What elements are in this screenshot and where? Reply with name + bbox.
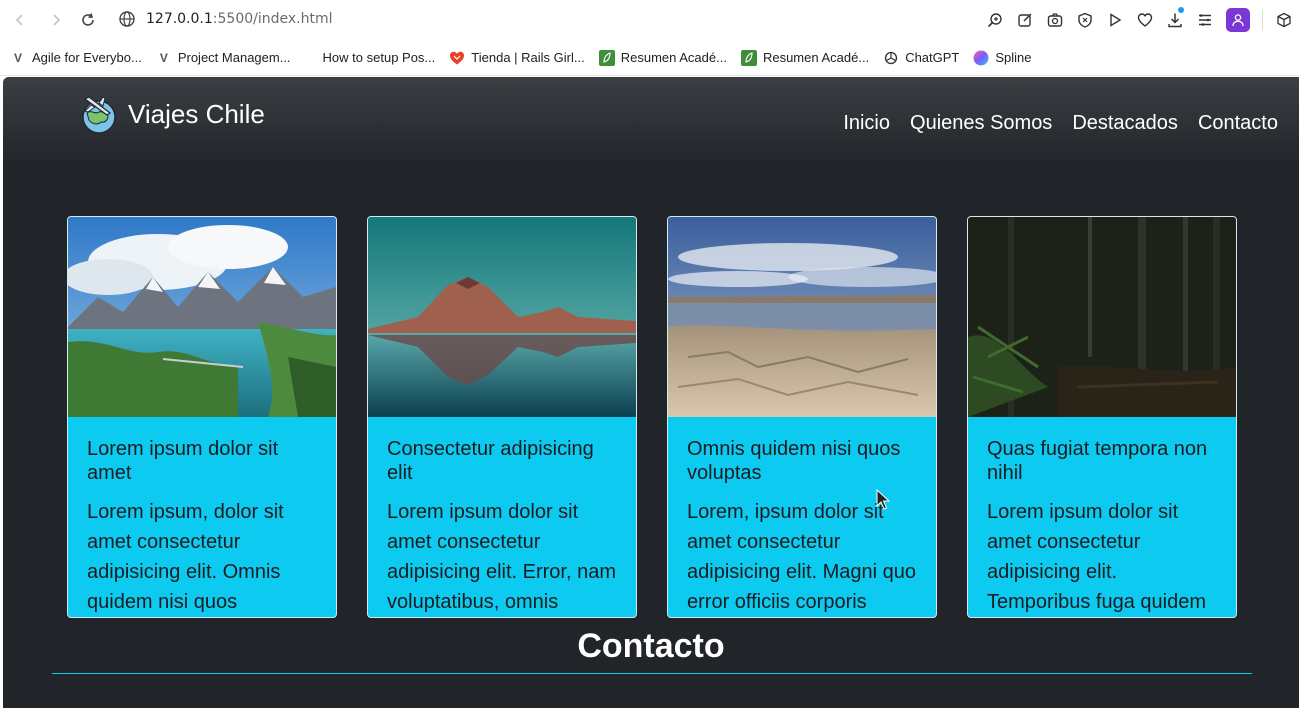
profile-icon[interactable] (1226, 8, 1250, 32)
leaf-icon (598, 49, 615, 66)
extensions-icon[interactable] (1269, 6, 1299, 34)
card-title: Consectetur adipisicing elit (387, 438, 594, 484)
card-text: Lorem ipsum, dolor sit amet consectetur … (87, 501, 284, 613)
heart-icon[interactable] (1130, 6, 1160, 34)
download-icon[interactable] (1160, 6, 1190, 34)
card-image-lake-mountains (68, 217, 336, 417)
v-logo-icon: V (13, 50, 22, 65)
card-image-volcano-reflection (368, 217, 636, 417)
card-text: Lorem ipsum dolor sit amet consectetur a… (387, 501, 616, 613)
bookmark-chatgpt[interactable]: ChatGPT (883, 50, 959, 66)
play-icon[interactable] (1100, 6, 1130, 34)
bookmark-resumen-1[interactable]: Resumen Acadé... (598, 49, 727, 66)
contact-heading: Contacto (577, 627, 725, 665)
url-path: :5500/index.html (212, 11, 333, 27)
destination-card[interactable]: Omnis quidem nisi quos voluptas Lorem, i… (667, 216, 937, 618)
card-text: Lorem ipsum dolor sit amet consectetur a… (987, 501, 1207, 613)
bookmark-label: Resumen Acadé... (620, 50, 727, 65)
nav-link-contacto[interactable]: Contacto (1198, 112, 1278, 135)
bookmark-label: Agile for Everybo... (32, 50, 142, 65)
destination-card[interactable]: Lorem ipsum dolor sit amet Lorem ipsum, … (67, 216, 337, 618)
navbar-brand[interactable]: Viajes Chile (77, 93, 265, 135)
back-icon[interactable] (8, 8, 32, 32)
card-title: Omnis quidem nisi quos voluptas (687, 438, 901, 484)
chatgpt-icon (883, 50, 899, 66)
bookmarks-bar: V Agile for Everybo... V Project Managem… (0, 40, 1299, 76)
globe-icon (118, 10, 136, 28)
rails-girls-heart-icon (449, 50, 465, 66)
card-text: Lorem, ipsum dolor sit amet consectetur … (687, 501, 917, 613)
shield-icon[interactable] (1070, 6, 1100, 34)
bookmark-label: How to setup Pos... (322, 50, 436, 65)
page-viewport: Viajes Chile Inicio Quienes Somos Destac… (3, 77, 1299, 708)
leaf-icon (740, 49, 757, 66)
destinations-cards: Lorem ipsum dolor sit amet Lorem ipsum, … (67, 216, 1267, 618)
mouse-cursor-icon (876, 489, 890, 510)
v-logo-icon: V (159, 50, 168, 65)
brand-name: Viajes Chile (128, 98, 265, 129)
section-divider (52, 673, 1252, 674)
bookmark-project-management[interactable]: V Project Managem... (156, 50, 291, 66)
bookmark-label: ChatGPT (905, 50, 960, 65)
url-host: 127.0.0.1 (146, 11, 213, 27)
card-image-forest (968, 217, 1236, 417)
bookmark-setup-postgres[interactable]: How to setup Pos... (323, 50, 436, 65)
main-menu: Inicio Quienes Somos Destacados Contacto (823, 112, 1278, 135)
toolbar-divider (1262, 9, 1263, 31)
bookmark-label: Project Managem... (177, 50, 291, 65)
card-image-salt-flat (668, 217, 936, 417)
reload-icon[interactable] (76, 8, 100, 32)
address-bar[interactable]: 127.0.0.1:5500/index.html (146, 10, 333, 28)
nav-link-destacados[interactable]: Destacados (1072, 112, 1178, 135)
zoom-icon[interactable] (980, 6, 1010, 34)
edit-icon[interactable] (1010, 6, 1040, 34)
bookmark-label: Resumen Acadé... (762, 50, 870, 65)
screenshot-icon[interactable] (1040, 6, 1070, 34)
card-title: Quas fugiat tempora non nihil (987, 438, 1208, 484)
bookmark-resumen-2[interactable]: Resumen Acadé... (740, 49, 870, 66)
nav-link-inicio[interactable]: Inicio (843, 112, 890, 135)
browser-toolbar: 127.0.0.1:5500/index.html (0, 0, 1299, 40)
spline-icon (973, 50, 989, 66)
download-badge (1178, 7, 1184, 13)
travel-globe-icon (77, 93, 119, 135)
forward-icon[interactable] (44, 8, 68, 32)
card-title: Lorem ipsum dolor sit amet (87, 438, 279, 484)
bookmark-label: Spline (995, 50, 1032, 65)
bookmark-spline[interactable]: Spline (973, 50, 1032, 66)
bookmark-agile[interactable]: V Agile for Everybo... (10, 50, 142, 66)
bookmark-label: Tienda | Rails Girl... (471, 50, 585, 65)
destination-card[interactable]: Consectetur adipisicing elit Lorem ipsum… (367, 216, 637, 618)
bookmark-tienda-rails[interactable]: Tienda | Rails Girl... (449, 50, 585, 66)
destination-card[interactable]: Quas fugiat tempora non nihil Lorem ipsu… (967, 216, 1237, 618)
menu-icon[interactable] (1190, 6, 1220, 34)
nav-link-quienes-somos[interactable]: Quienes Somos (910, 112, 1052, 135)
